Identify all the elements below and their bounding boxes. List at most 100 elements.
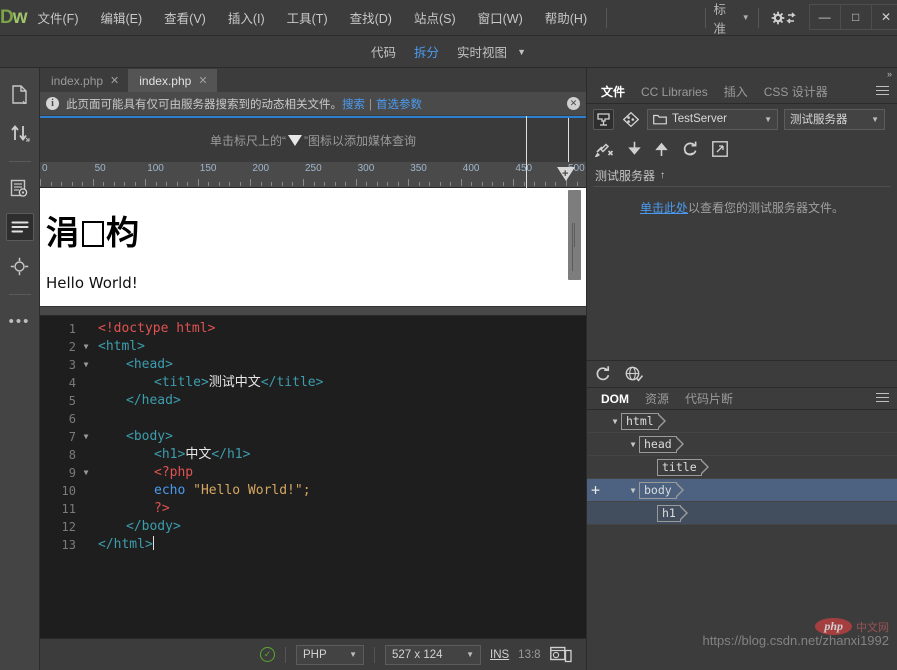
ruler-tick: [544, 182, 546, 186]
code-inspect-icon[interactable]: [6, 174, 34, 202]
menu-window[interactable]: 窗口(W): [467, 4, 534, 31]
dom-tab-dom[interactable]: DOM: [593, 389, 637, 409]
panel-tab-files[interactable]: 文件: [593, 80, 633, 103]
menu-edit[interactable]: 编辑(E): [89, 4, 153, 31]
dom-panel-menu-button[interactable]: [876, 392, 889, 405]
view-split-button[interactable]: 拆分: [414, 42, 439, 61]
disconnect-icon[interactable]: [595, 141, 614, 157]
design-preview[interactable]: 涓枃 Hello World!: [40, 188, 567, 306]
view-splitter[interactable]: [40, 306, 586, 316]
menu-site[interactable]: 站点(S): [403, 4, 467, 31]
dom-tree[interactable]: ▼ html ▼ head title + ▼ body h1: [587, 410, 897, 525]
dom-tree-row[interactable]: ▼ html: [587, 410, 897, 433]
site-select[interactable]: TestServer ▼: [647, 108, 778, 130]
minimize-button[interactable]: —: [808, 3, 840, 30]
media-query-add-handle[interactable]: +: [553, 162, 579, 187]
code-line[interactable]: 11 ?>: [40, 500, 586, 518]
chevron-down-icon[interactable]: ▼: [627, 486, 639, 495]
menu-insert[interactable]: 插入(I): [217, 4, 276, 31]
expand-panel-icon[interactable]: [712, 141, 728, 157]
maximize-button[interactable]: □: [839, 3, 871, 30]
document-tab[interactable]: index.php ✕: [40, 69, 129, 92]
code-line[interactable]: 1 <!doctype html>: [40, 320, 586, 338]
dom-tree-row[interactable]: + ▼ body: [587, 479, 897, 502]
insert-mode-toggle[interactable]: INS: [490, 649, 509, 661]
menu-tools[interactable]: 工具(T): [276, 4, 339, 31]
line-number: 7: [68, 430, 76, 444]
workspace-switcher[interactable]: 标准 ▼: [713, 0, 749, 37]
close-icon[interactable]: ✕: [567, 97, 580, 110]
missing-glyph-box: [82, 221, 104, 247]
view-code-button[interactable]: 代码: [371, 42, 396, 61]
code-editor[interactable]: 1 <!doctype html> 2 ▼ <html> 3 ▼ <head> 4 <title>…: [40, 316, 586, 638]
ruler[interactable]: 0 50 100 150 200 250 300 350 400 450 500 +: [40, 162, 586, 188]
code-line[interactable]: 12 </body>: [40, 518, 586, 536]
info-search-link[interactable]: 搜索: [342, 99, 365, 111]
fold-toggle-icon[interactable]: ▼: [78, 428, 94, 446]
code-token: </html>: [98, 537, 153, 552]
code-token: ?>: [154, 501, 170, 516]
add-element-icon[interactable]: +: [591, 482, 600, 498]
preview-in-browser-button[interactable]: [550, 646, 572, 664]
code-token: </title>: [260, 375, 324, 390]
fold-toggle-icon[interactable]: ▼: [78, 464, 94, 482]
code-line[interactable]: 8 <h1>中文</h1>: [40, 446, 586, 464]
file-management-icon[interactable]: [6, 80, 34, 108]
dom-tab-assets[interactable]: 资源: [637, 387, 677, 410]
format-source-icon[interactable]: [5, 213, 34, 241]
upload-icon[interactable]: [655, 141, 668, 157]
refresh-icon[interactable]: [595, 366, 611, 382]
download-icon[interactable]: [628, 141, 641, 157]
panel-tab-css-designer[interactable]: CSS 设计器: [756, 80, 836, 103]
chevron-down-icon[interactable]: ▼: [517, 47, 526, 57]
fold-toggle-icon[interactable]: ▼: [78, 356, 94, 374]
target-icon[interactable]: [6, 252, 34, 280]
refresh-icon[interactable]: [682, 141, 698, 157]
panel-tab-insert[interactable]: 插入: [716, 80, 756, 103]
code-line[interactable]: 6: [40, 410, 586, 428]
more-options-icon[interactable]: •••: [6, 307, 34, 335]
fold-toggle-icon[interactable]: ▼: [78, 338, 94, 356]
code-line[interactable]: 13 </html>: [40, 536, 586, 554]
window-size-value: 527 x 124: [392, 648, 443, 661]
panel-tab-cc-libraries[interactable]: CC Libraries: [633, 82, 716, 102]
code-line[interactable]: 10 echo "Hello World!";: [40, 482, 586, 500]
globe-check-icon[interactable]: [625, 366, 644, 382]
code-line[interactable]: 9 ▼ <?php: [40, 464, 586, 482]
view-select[interactable]: 测试服务器 ▼: [784, 108, 885, 130]
preview-scrollbar-thumb[interactable]: [568, 190, 581, 280]
view-server-files-link[interactable]: 单击此处: [640, 201, 688, 215]
menu-file[interactable]: 文件(F): [27, 4, 90, 31]
panel-menu-button[interactable]: [876, 85, 889, 98]
window-size-select[interactable]: 527 x 124 ▼: [385, 644, 481, 665]
close-icon[interactable]: ✕: [110, 74, 119, 87]
site-manage-icon[interactable]: [593, 108, 614, 130]
git-repository-icon[interactable]: [620, 109, 641, 130]
view-live-button[interactable]: 实时视图: [457, 42, 507, 61]
settings-sync-button[interactable]: [771, 11, 797, 25]
info-preferences-link[interactable]: 首选参数: [376, 99, 422, 111]
collapse-panels-icon[interactable]: »: [887, 69, 892, 79]
menu-view[interactable]: 查看(V): [153, 4, 217, 31]
close-icon[interactable]: ✕: [198, 74, 207, 87]
doctype-select[interactable]: PHP ▼: [296, 644, 364, 665]
dom-tree-row[interactable]: h1: [587, 502, 897, 525]
line-number: 12: [61, 520, 76, 534]
dom-tree-row[interactable]: ▼ head: [587, 433, 897, 456]
code-line[interactable]: 5 </head>: [40, 392, 586, 410]
code-line[interactable]: 3 ▼ <head>: [40, 356, 586, 374]
dom-tree-row[interactable]: title: [587, 456, 897, 479]
dom-tab-snippets[interactable]: 代码片断: [677, 387, 741, 410]
code-line[interactable]: 7 ▼ <body>: [40, 428, 586, 446]
chevron-down-icon[interactable]: ▼: [609, 417, 621, 426]
chevron-down-icon[interactable]: ▼: [627, 440, 639, 449]
close-button[interactable]: ✕: [870, 3, 897, 30]
code-line[interactable]: 4 <title>测试中文</title>: [40, 374, 586, 392]
menu-find[interactable]: 查找(D): [339, 4, 403, 31]
menu-help[interactable]: 帮助(H): [534, 4, 598, 31]
transfer-icon[interactable]: [6, 119, 34, 147]
code-line[interactable]: 2 ▼ <html>: [40, 338, 586, 356]
validation-status-icon[interactable]: ✓: [260, 647, 275, 662]
code-lines[interactable]: 1 <!doctype html> 2 ▼ <html> 3 ▼ <head> 4 <title>…: [40, 316, 586, 638]
document-tab-active[interactable]: index.php ✕: [128, 69, 217, 92]
